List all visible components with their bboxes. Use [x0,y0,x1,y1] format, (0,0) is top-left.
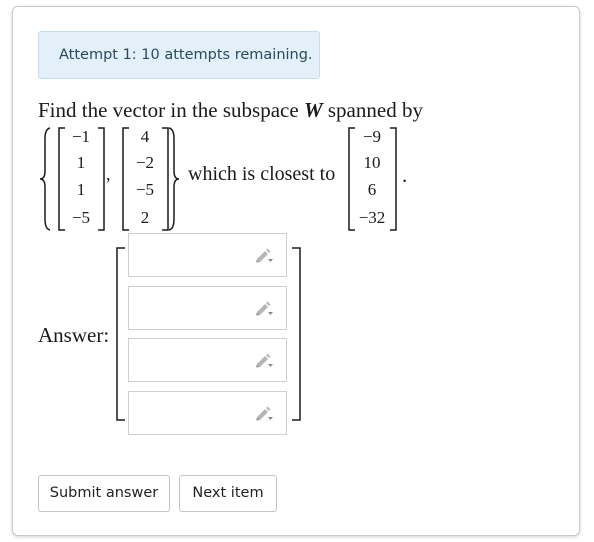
pencil-icon[interactable] [254,247,274,263]
pencil-icon[interactable] [254,405,274,421]
attempt-alert: Attempt 1: 10 attempts remaining. [38,31,320,79]
answer-bracket-left [116,247,125,421]
submit-answer-button[interactable]: Submit answer [38,475,170,512]
answer-field-4[interactable] [128,391,287,435]
vector1-entry-1: −1 [71,127,91,146]
answer-field-2[interactable] [128,286,287,330]
vector2-entry-2: −2 [135,153,155,172]
question-suffix: spanned by [322,98,423,122]
question-period: . [402,163,408,187]
answer-field-1[interactable] [128,233,287,277]
subspace-symbol: W [303,98,323,122]
set-brace-right [168,127,180,231]
basis-vector-1: −1 1 1 −5 [65,127,97,231]
vector2-entry-1: 4 [140,127,150,146]
attempt-alert-text: Attempt 1: 10 attempts remaining. [59,47,313,63]
vector1-entry-4: −5 [71,208,91,227]
vector2-bracket-right [162,127,169,231]
question-card: Attempt 1: 10 attempts remaining. Find t… [12,6,580,536]
vector-separator: , [106,164,111,184]
target-entry-1: −9 [362,127,382,146]
vector2-entry-4: 2 [140,208,150,227]
set-brace-left [39,127,51,231]
target-vector: −9 10 6 −32 [355,127,389,231]
question-text: Find the vector in the subspace W spanne… [38,98,423,123]
next-item-button[interactable]: Next item [179,475,277,512]
answer-field-3[interactable] [128,338,287,382]
basis-vector-2: 4 −2 −5 2 [129,127,161,231]
vector1-entry-3: 1 [76,180,86,199]
question-prefix: Find the vector in the subspace [38,98,304,122]
pencil-icon[interactable] [254,352,274,368]
vector1-entry-2: 1 [76,153,86,172]
vector2-entry-3: −5 [135,180,155,199]
target-entry-3: 6 [367,180,377,199]
answer-label: Answer: [38,323,110,347]
target-entry-2: 10 [363,153,381,172]
target-bracket-right [390,127,397,231]
target-entry-4: −32 [358,208,386,227]
vector1-bracket-right [98,127,105,231]
closest-to-text: which is closest to [188,163,336,185]
pencil-icon[interactable] [254,300,274,316]
answer-bracket-right [292,247,301,421]
